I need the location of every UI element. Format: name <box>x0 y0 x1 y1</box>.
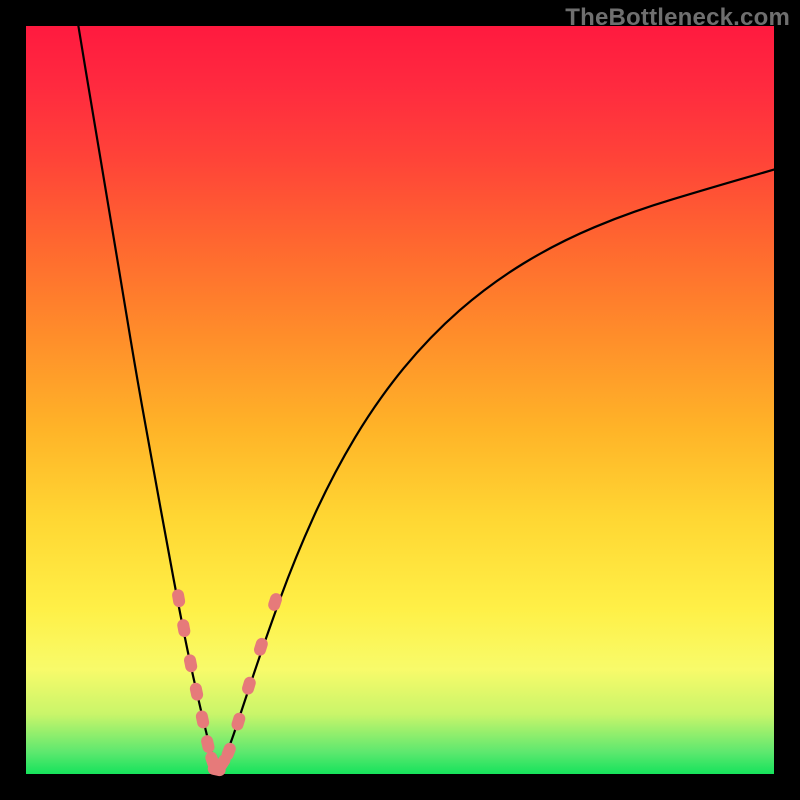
marker-pill <box>171 588 186 608</box>
marker-pill <box>176 618 191 638</box>
marker-group <box>171 588 283 777</box>
chart-frame: TheBottleneck.com <box>0 0 800 800</box>
plot-area <box>26 26 774 774</box>
chart-svg <box>26 26 774 774</box>
marker-pill <box>230 711 247 732</box>
marker-pill <box>195 709 211 729</box>
marker-pill <box>252 636 269 657</box>
marker-pill <box>189 682 204 702</box>
curve-right-branch <box>217 170 774 771</box>
marker-pill <box>183 653 198 673</box>
marker-pill <box>200 734 216 754</box>
marker-pill <box>241 675 258 696</box>
curve-left-branch <box>78 26 216 770</box>
